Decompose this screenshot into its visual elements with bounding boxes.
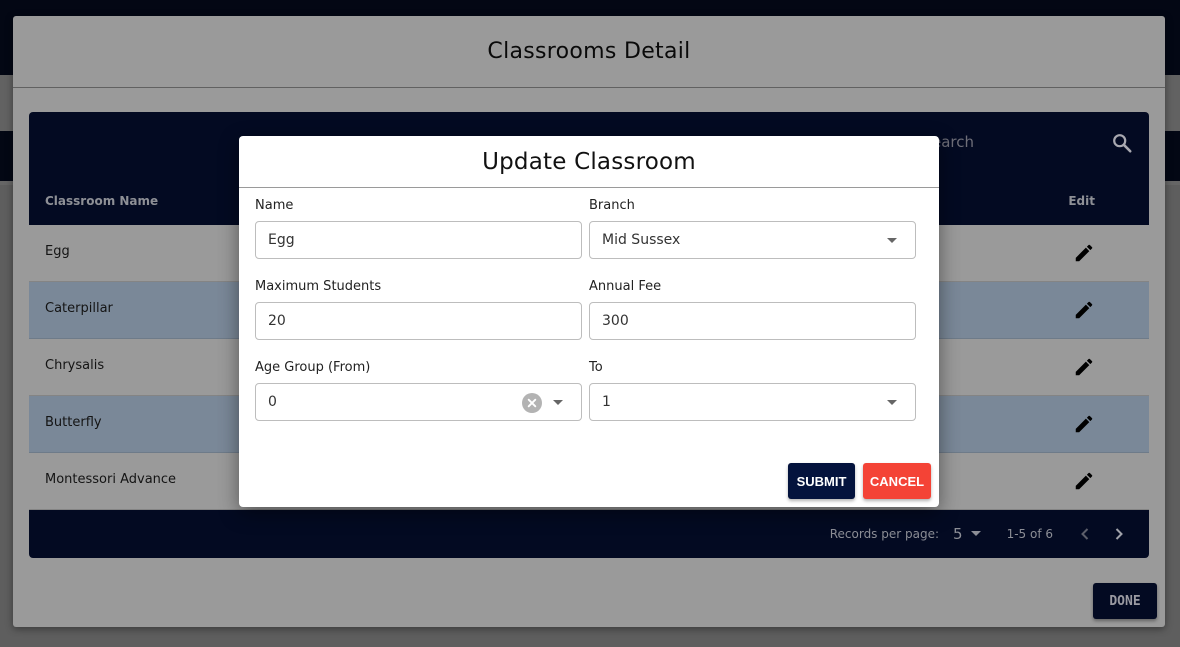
chevron-left-icon xyxy=(1081,527,1089,540)
branch-select[interactable]: Mid Sussex xyxy=(589,221,916,259)
age-from-select[interactable]: 0 xyxy=(255,383,582,421)
branch-label: Branch xyxy=(589,198,635,213)
classroom-name-cell: Egg xyxy=(45,244,70,259)
search-icon[interactable] xyxy=(1111,132,1133,154)
classroom-name-cell: Caterpillar xyxy=(45,301,113,316)
branch-value: Mid Sussex xyxy=(602,232,681,248)
dropdown-arrow-icon[interactable] xyxy=(553,400,563,405)
max-students-field: Maximum Students 20 xyxy=(255,279,582,340)
name-label: Name xyxy=(255,198,294,213)
age-to-label: To xyxy=(589,360,603,375)
name-value: Egg xyxy=(268,232,295,248)
branch-field: Branch Mid Sussex xyxy=(589,198,916,259)
clear-icon[interactable] xyxy=(522,393,542,413)
chevron-down-icon[interactable] xyxy=(970,531,981,536)
classroom-name-cell: Chrysalis xyxy=(45,358,105,373)
previous-page-button[interactable] xyxy=(1073,522,1097,546)
annual-fee-input[interactable]: 300 xyxy=(589,302,916,340)
classroom-name-cell: Montessori Advance xyxy=(45,472,177,487)
done-button[interactable]: DONE xyxy=(1093,583,1157,619)
age-from-field: Age Group (From) 0 xyxy=(255,360,582,421)
annual-fee-value: 300 xyxy=(602,313,629,329)
dialog-title: Classrooms Detail xyxy=(13,16,1165,88)
column-header-classroom-name[interactable]: Classroom Name xyxy=(45,194,158,208)
max-students-value: 20 xyxy=(268,313,286,329)
chevron-right-icon xyxy=(1115,527,1123,540)
edit-pencil-icon[interactable] xyxy=(1073,470,1095,492)
edit-pencil-icon[interactable] xyxy=(1073,356,1095,378)
classroom-name-cell: Butterfly xyxy=(45,415,102,430)
pagination-range: 1-5 of 6 xyxy=(1006,526,1053,541)
age-from-label: Age Group (From) xyxy=(255,360,371,375)
cancel-button[interactable]: CANCEL xyxy=(863,463,931,499)
name-field: Name Egg xyxy=(255,198,582,259)
records-per-page-label: Records per page: xyxy=(829,526,940,541)
age-from-value: 0 xyxy=(268,394,277,410)
max-students-input[interactable]: 20 xyxy=(255,302,582,340)
edit-pencil-icon[interactable] xyxy=(1073,413,1095,435)
age-to-value: 1 xyxy=(602,394,611,410)
max-students-label: Maximum Students xyxy=(255,279,382,294)
age-to-field: To 1 xyxy=(589,360,916,421)
edit-pencil-icon[interactable] xyxy=(1073,299,1095,321)
table-pagination: Records per page: 5 1-5 of 6 xyxy=(29,509,1149,558)
age-to-select[interactable]: 1 xyxy=(589,383,916,421)
name-input[interactable]: Egg xyxy=(255,221,582,259)
column-header-edit: Edit xyxy=(1068,194,1095,208)
edit-pencil-icon[interactable] xyxy=(1073,242,1095,264)
records-per-page-select[interactable]: 5 xyxy=(953,525,963,543)
modal-title: Update Classroom xyxy=(239,136,939,188)
next-page-button[interactable] xyxy=(1107,522,1131,546)
update-classroom-modal: Update Classroom Name Egg Branch Mid Sus… xyxy=(239,136,939,507)
dropdown-arrow-icon[interactable] xyxy=(887,400,897,405)
submit-button[interactable]: SUBMIT xyxy=(788,463,855,499)
annual-fee-label: Annual Fee xyxy=(589,279,662,294)
dropdown-arrow-icon[interactable] xyxy=(887,238,897,243)
annual-fee-field: Annual Fee 300 xyxy=(589,279,916,340)
